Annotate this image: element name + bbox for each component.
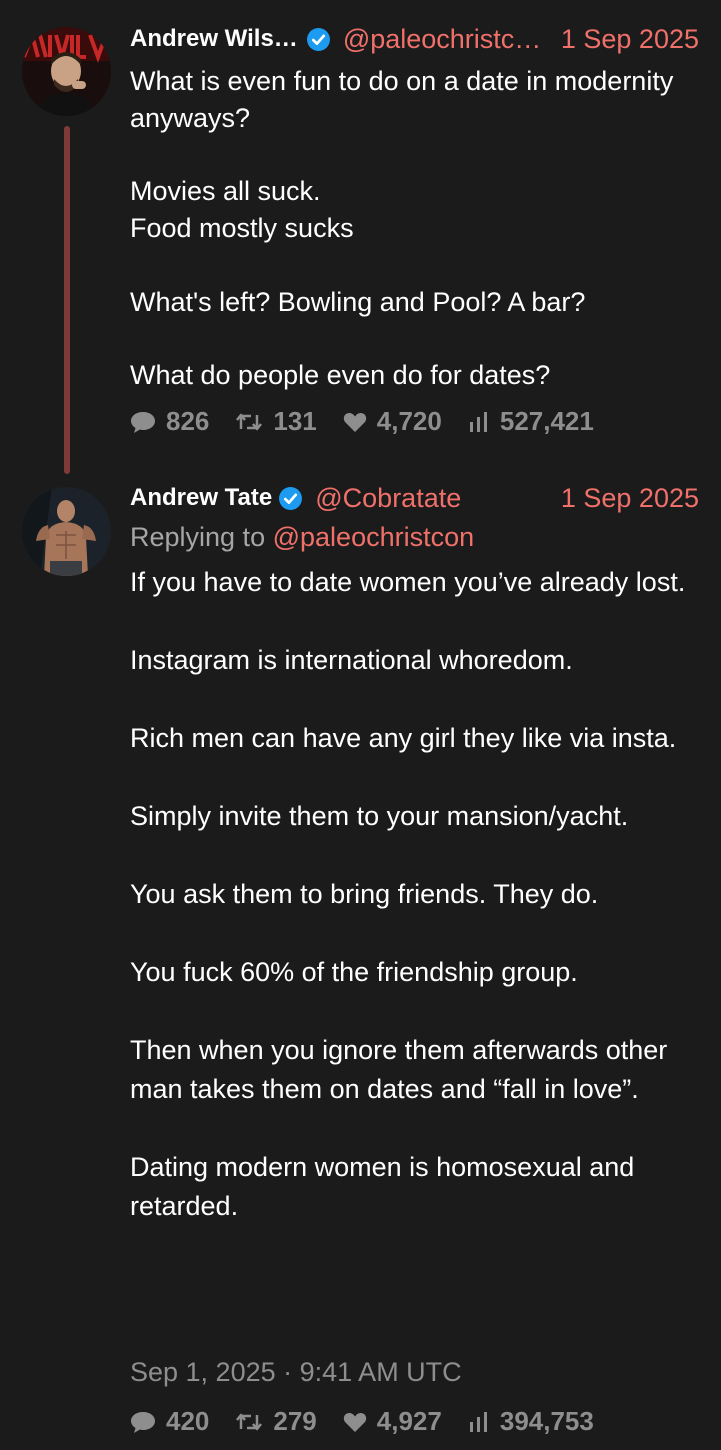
- author-name[interactable]: Andrew Wils…: [130, 25, 298, 53]
- replying-to-handle[interactable]: @paleochristcon: [273, 522, 475, 552]
- reply-stat[interactable]: 826: [130, 406, 209, 437]
- thread-connector: [64, 126, 70, 474]
- heart-icon: [343, 412, 366, 432]
- tweet-text: If you have to date women you’ve already…: [130, 567, 686, 1221]
- tweet-stats: 420 279 4,927 394,753: [130, 1406, 620, 1437]
- tweet-date[interactable]: 1 Sep 2025: [561, 483, 699, 514]
- author-handle[interactable]: @paleochristc…: [343, 24, 541, 55]
- like-stat[interactable]: 4,927: [343, 1406, 442, 1437]
- views-icon: [469, 1411, 487, 1432]
- tweet-header: Andrew Tate @Cobratate 1 Sep 2025: [130, 482, 699, 514]
- replying-to: Replying to @paleochristcon: [130, 522, 475, 552]
- retweet-icon: [236, 413, 263, 430]
- comment-icon: [131, 1411, 155, 1433]
- comment-icon: [131, 411, 155, 433]
- verified-icon: [279, 486, 303, 510]
- tweet-timestamp[interactable]: Sep 1, 2025 · 9:41 AM UTC: [130, 1357, 462, 1388]
- views-icon: [469, 411, 487, 432]
- retweet-stat[interactable]: 279: [235, 1406, 317, 1437]
- tweet-header: Andrew Wils… @paleochristc… 1 Sep 2025: [130, 23, 699, 55]
- tweet-stats: 826 131 4,720 527,421: [130, 406, 620, 437]
- avatar-andrew-wilson[interactable]: [22, 27, 111, 116]
- retweet-icon: [236, 1413, 263, 1430]
- views-stat[interactable]: 394,753: [468, 1406, 594, 1437]
- views-stat[interactable]: 527,421: [468, 406, 594, 437]
- verified-icon: [306, 27, 330, 51]
- tweet-text: What is even fun to do on a date in mode…: [130, 66, 674, 391]
- author-name[interactable]: Andrew Tate: [130, 484, 272, 512]
- author-handle[interactable]: @Cobratate: [315, 483, 461, 514]
- avatar-andrew-tate[interactable]: [22, 487, 111, 576]
- like-stat[interactable]: 4,720: [343, 406, 442, 437]
- reply-stat[interactable]: 420: [130, 1406, 209, 1437]
- tweet-date[interactable]: 1 Sep 2025: [561, 24, 699, 55]
- retweet-stat[interactable]: 131: [235, 406, 317, 437]
- heart-icon: [343, 1412, 366, 1432]
